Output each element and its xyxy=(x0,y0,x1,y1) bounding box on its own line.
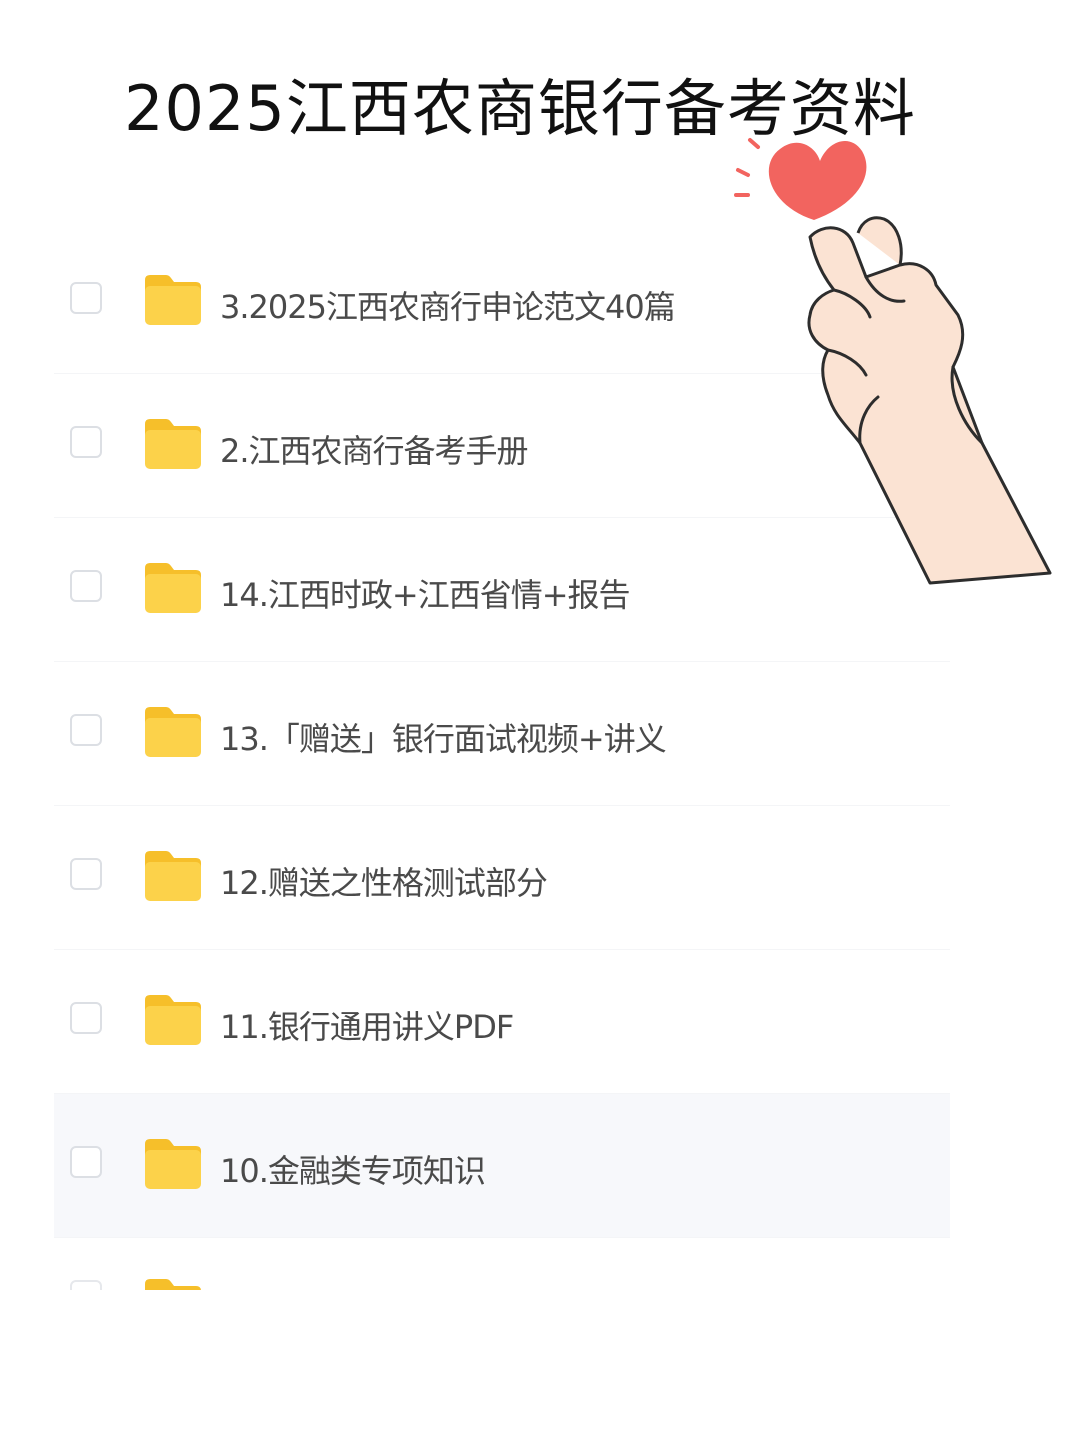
row-checkbox xyxy=(70,1280,102,1290)
folder-icon xyxy=(145,995,201,1045)
folder-icon xyxy=(145,1139,201,1189)
row-checkbox[interactable] xyxy=(70,1002,102,1034)
row-checkbox[interactable] xyxy=(70,570,102,602)
file-name[interactable]: 14.江西时政+江西省情+报告 xyxy=(220,570,631,616)
row-checkbox[interactable] xyxy=(70,714,102,746)
folder-icon xyxy=(145,419,201,469)
file-name[interactable]: 11.银行通用讲义PDF xyxy=(220,1002,514,1048)
file-row-partial xyxy=(54,1272,950,1290)
file-name[interactable]: 13.「赠送」银行面试视频+讲义 xyxy=(220,714,667,760)
folder-icon xyxy=(145,851,201,901)
page: 2025江西农商银行备考资料 3.2025江西农商行申论范文40篇 2.江西农商… xyxy=(0,0,1080,1440)
hand-icon xyxy=(807,216,1052,585)
row-checkbox[interactable] xyxy=(70,282,102,314)
folder-icon xyxy=(145,1279,201,1290)
folder-icon xyxy=(145,563,201,613)
file-row[interactable]: 12.赠送之性格测试部分 xyxy=(54,806,950,950)
file-row[interactable]: 13.「赠送」银行面试视频+讲义 xyxy=(54,662,950,806)
file-row-hovered[interactable]: 10.金融类专项知识 xyxy=(54,1094,950,1238)
file-name[interactable]: 12.赠送之性格测试部分 xyxy=(220,858,548,904)
folder-icon xyxy=(145,707,201,757)
file-name[interactable]: 2.江西农商行备考手册 xyxy=(220,426,529,472)
finger-heart-sticker xyxy=(734,138,1052,585)
file-name[interactable]: 3.2025江西农商行申论范文40篇 xyxy=(220,282,676,328)
file-name[interactable]: 10.金融类专项知识 xyxy=(220,1146,486,1192)
heart-icon xyxy=(734,138,867,220)
file-row[interactable]: 11.银行通用讲义PDF xyxy=(54,950,950,1094)
row-checkbox[interactable] xyxy=(70,426,102,458)
row-checkbox[interactable] xyxy=(70,858,102,890)
row-checkbox[interactable] xyxy=(70,1146,102,1178)
folder-icon xyxy=(145,275,201,325)
